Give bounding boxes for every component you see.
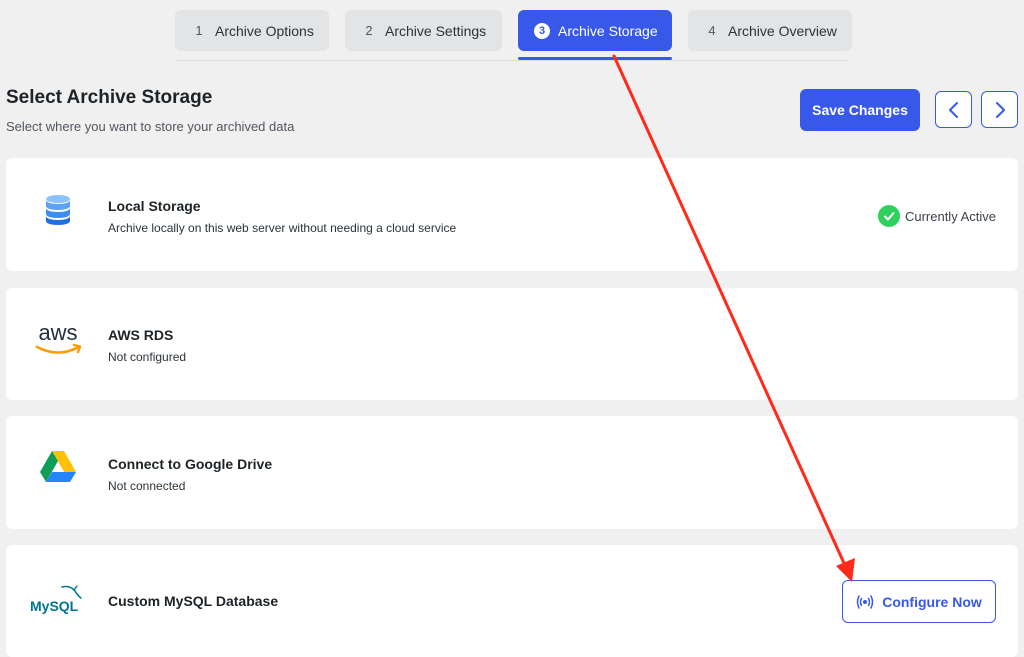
- status-badge: Currently Active: [877, 205, 996, 227]
- storage-option-custom-mysql[interactable]: MySQL Custom MySQL Database Configure No…: [6, 545, 1018, 657]
- storage-description: Not connected: [108, 479, 186, 493]
- tab-archive-settings[interactable]: 2 Archive Settings: [345, 10, 502, 51]
- step-tabs: 1 Archive Options 2 Archive Settings 3 A…: [175, 10, 852, 60]
- tab-label: Archive Settings: [385, 22, 487, 39]
- next-step-button[interactable]: [981, 91, 1018, 128]
- storage-title: Connect to Google Drive: [108, 456, 273, 472]
- tab-label: Archive Options: [215, 22, 314, 39]
- storage-option-aws-rds[interactable]: aws AWS RDS Not configured: [6, 288, 1018, 400]
- aws-logo: aws: [28, 318, 88, 358]
- google-drive-logo: [28, 450, 88, 484]
- page-subtitle: Select where you want to store your arch…: [6, 119, 295, 134]
- storage-option-google-drive[interactable]: Connect to Google Drive Not connected: [6, 416, 1018, 529]
- tab-label: Archive Overview: [728, 22, 837, 39]
- aws-logo-text: aws: [38, 320, 77, 345]
- tab-archive-overview[interactable]: 4 Archive Overview: [688, 10, 852, 51]
- check-circle-icon: [877, 205, 900, 227]
- tab-label: Archive Storage: [558, 22, 658, 39]
- previous-step-button[interactable]: [935, 91, 972, 128]
- database-icon: [28, 194, 88, 226]
- step-number: 3: [534, 22, 550, 39]
- broadcast-icon: [856, 594, 874, 609]
- tab-archive-options[interactable]: 1 Archive Options: [175, 10, 329, 51]
- storage-title: Custom MySQL Database: [108, 593, 279, 609]
- tab-archive-storage[interactable]: 3 Archive Storage: [518, 10, 672, 60]
- configure-now-label: Configure Now: [882, 593, 982, 610]
- mysql-logo: MySQL: [28, 583, 88, 619]
- chevron-left-icon: [948, 101, 958, 118]
- status-text: Currently Active: [904, 208, 996, 224]
- configure-now-button[interactable]: Configure Now: [842, 580, 996, 623]
- storage-title: AWS RDS: [108, 327, 174, 343]
- step-number: 2: [365, 23, 373, 38]
- storage-title: Local Storage: [108, 198, 201, 214]
- storage-option-local[interactable]: Local Storage Archive locally on this we…: [6, 158, 1018, 271]
- storage-description: Not configured: [108, 350, 187, 364]
- tabs-divider: [175, 60, 849, 61]
- step-number: 4: [708, 23, 716, 38]
- page-title: Select Archive Storage: [6, 87, 213, 108]
- storage-description: Archive locally on this web server witho…: [108, 221, 457, 235]
- mysql-logo-text: MySQL: [30, 598, 79, 614]
- chevron-right-icon: [995, 101, 1005, 118]
- step-number: 1: [195, 23, 203, 38]
- save-changes-button[interactable]: Save Changes: [800, 89, 920, 131]
